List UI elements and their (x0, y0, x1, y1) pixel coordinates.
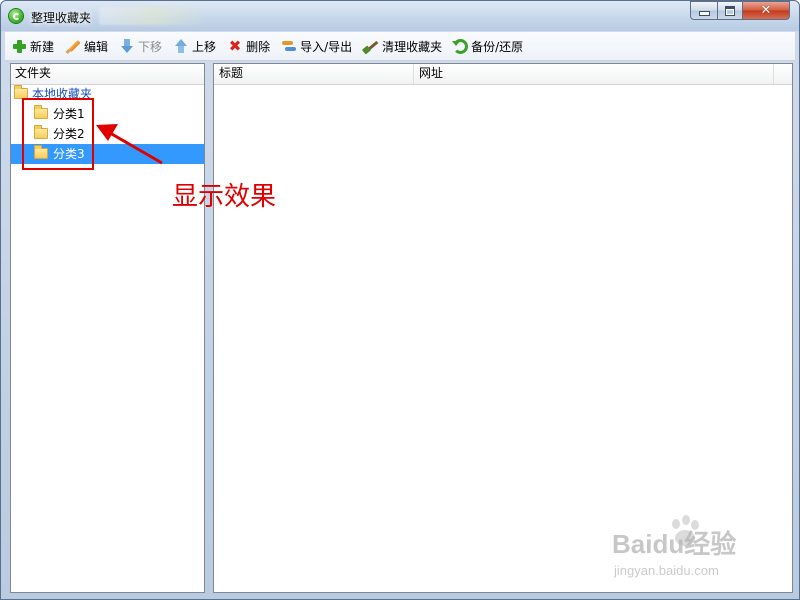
annotation-arrow (96, 124, 163, 165)
annotation-caption: 显示效果 (172, 182, 277, 212)
watermark-url: jingyan.baidu.com (614, 563, 719, 578)
watermark-brand: Baidu经验 (612, 529, 737, 559)
